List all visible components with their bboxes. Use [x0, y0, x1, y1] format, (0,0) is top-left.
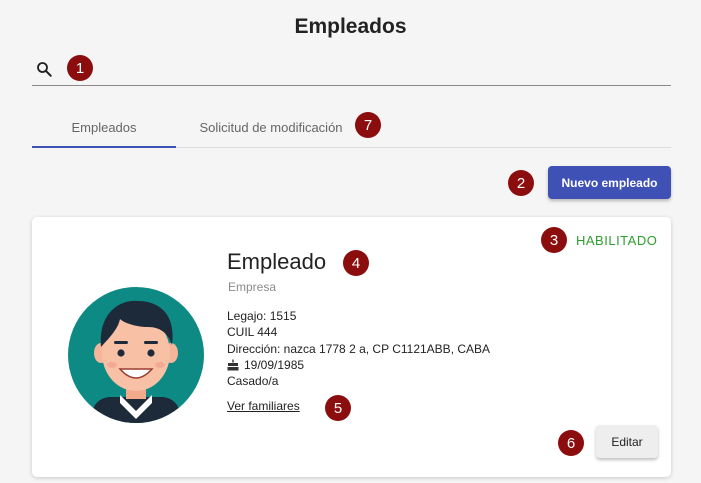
employee-details: Legajo: 1515 CUIL 444 Dirección: nazca 1… — [227, 308, 490, 389]
search-input[interactable] — [64, 58, 664, 82]
cuil-text: CUIL 444 — [227, 325, 278, 340]
annotation-badge: 4 — [343, 250, 369, 276]
annotation-badge: 1 — [67, 55, 93, 81]
employee-company: Empresa — [228, 280, 277, 294]
annotation-badge: 5 — [325, 395, 351, 421]
page-title: Empleados — [294, 15, 407, 38]
marital-status-text: Casado/a — [227, 374, 279, 389]
tab-solicitud-de-modificacion[interactable]: Solicitud de modificación — [176, 108, 366, 147]
annotation-badge: 2 — [508, 170, 534, 196]
employee-name: Empleado — [227, 249, 327, 274]
search-icon[interactable] — [35, 60, 53, 78]
edit-button[interactable]: Editar — [596, 425, 658, 458]
birthdate-row: 19/09/1985 — [227, 357, 490, 373]
annotation-badge: 3 — [541, 227, 567, 253]
new-employee-button[interactable]: Nuevo empleado — [548, 166, 671, 199]
annotation-badge: 7 — [355, 112, 381, 138]
active-tab-indicator — [32, 146, 176, 148]
search-bar — [32, 56, 671, 86]
view-family-link[interactable]: Ver familiares — [227, 399, 300, 413]
legajo-text: Legajo: 1515 — [227, 309, 297, 323]
birthdate-text: 19/09/1985 — [244, 357, 305, 372]
annotation-badge: 6 — [558, 430, 584, 456]
address-text: Dirección: nazca 1778 2 a, CP C1121ABB, … — [227, 341, 491, 356]
status-badge: HABILITADO — [576, 233, 658, 248]
cake-icon — [227, 359, 239, 371]
tab-bar: Empleados Solicitud de modificación — [32, 108, 671, 148]
avatar-icon — [68, 287, 204, 423]
tab-empleados[interactable]: Empleados — [32, 108, 176, 147]
